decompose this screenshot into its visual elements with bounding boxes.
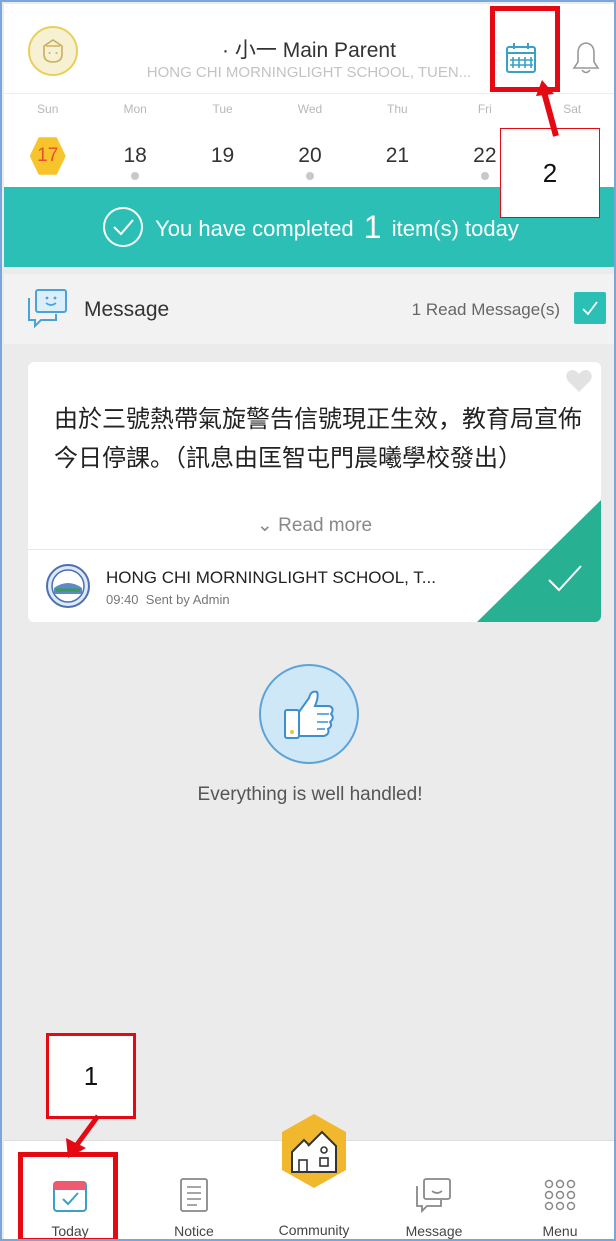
school-name: HONG CHI MORNINGLIGHT SCHOOL, TUEN...	[146, 64, 472, 81]
thumbs-up-icon	[259, 664, 359, 764]
weekday-label: Thu	[387, 102, 408, 116]
weekday-label: Mon	[123, 102, 147, 116]
event-dot	[480, 172, 489, 180]
weekday-label: Wed	[297, 102, 323, 116]
user-title: · 小一 Main Parent	[222, 39, 396, 62]
read-message-count[interactable]: 1 Read Message(s)	[412, 300, 560, 320]
heart-icon[interactable]	[565, 368, 593, 399]
message-time: 09:40	[106, 592, 139, 607]
check-circle-icon	[103, 207, 144, 247]
date-cell-today[interactable]: 17	[4, 134, 91, 184]
nav-label: Notice	[174, 1223, 214, 1239]
date-cell[interactable]: 19	[179, 134, 266, 184]
read-more-link[interactable]: ⌄ Read more	[28, 514, 601, 537]
date-cell[interactable]: 18	[91, 134, 178, 184]
annotation-box-1	[18, 1152, 118, 1239]
message-content: 由於三號熱帶氣旋警告信號現正生效，教育局宣佈今日停課。（訊息由匡智屯門晨曦學校發…	[54, 405, 582, 472]
completed-suffix: item(s) today	[391, 215, 519, 241]
weekday-label: Fri	[477, 102, 492, 116]
nav-menu[interactable]: Menu	[500, 1141, 614, 1239]
community-icon[interactable]	[278, 1112, 350, 1190]
annotation-label-1: 1	[49, 1036, 133, 1116]
today-date: 17	[29, 137, 66, 175]
completed-prefix: You have completed	[155, 215, 354, 241]
read-messages-toggle[interactable]	[574, 292, 606, 324]
annotation-arrow-2	[536, 80, 559, 137]
message-icon	[26, 288, 70, 333]
nav-label: Message	[405, 1223, 463, 1239]
bell-icon	[572, 42, 600, 74]
checkmark-icon	[582, 301, 598, 316]
school-logo	[46, 564, 90, 608]
date-number: 21	[385, 144, 410, 167]
nav-label: Menu	[542, 1223, 578, 1239]
message-card[interactable]: 由於三號熱帶氣旋警告信號現正生效，教育局宣佈今日停課。（訊息由匡智屯門晨曦學校發…	[28, 362, 601, 622]
chat-icon	[414, 1175, 454, 1215]
completed-count: 1	[363, 208, 382, 245]
nav-message[interactable]: Message	[374, 1141, 494, 1239]
checkmark-icon	[545, 562, 585, 601]
grid-menu-icon	[542, 1175, 578, 1215]
event-dot	[305, 172, 314, 180]
read-more-label: Read more	[278, 515, 373, 536]
sent-by: Sent by Admin	[145, 592, 230, 607]
annotation-label-2: 2	[500, 128, 600, 218]
completed-text: You have completed 1 item(s) today	[155, 209, 519, 246]
date-cell[interactable]: 20	[266, 134, 353, 184]
notice-icon	[177, 1175, 211, 1215]
card-divider	[28, 549, 601, 550]
nav-notice[interactable]: Notice	[134, 1141, 254, 1239]
date-number: 19	[210, 144, 235, 167]
date-cell[interactable]: 21	[354, 134, 441, 184]
message-meta: 09:40 Sent by Admin	[106, 592, 230, 607]
avatar[interactable]	[28, 26, 78, 76]
weekday-label: Tue	[212, 102, 233, 116]
message-section-header: Message 1 Read Message(s)	[4, 274, 614, 344]
app-screen: · 小一 Main Parent HONG CHI MORNINGLIGHT S…	[0, 0, 616, 1241]
chevron-down-icon: ⌄	[256, 515, 273, 536]
sender-name: HONG CHI MORNINGLIGHT SCHOOL, T...	[106, 568, 436, 587]
notification-button[interactable]	[562, 34, 610, 82]
weekday-label: Sun	[37, 102, 59, 116]
avatar-icon	[43, 39, 63, 63]
empty-state-text: Everything is well handled!	[197, 784, 423, 805]
nav-community-label[interactable]: Community	[254, 1222, 374, 1238]
message-section-label: Message	[84, 298, 170, 321]
